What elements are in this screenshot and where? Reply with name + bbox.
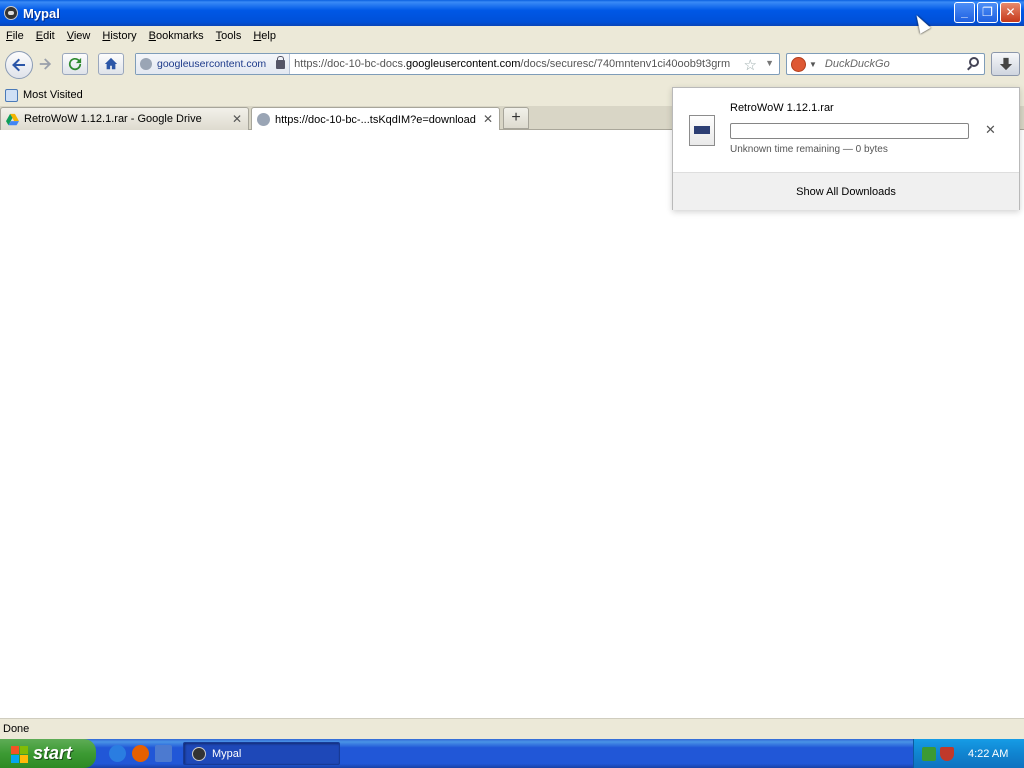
tab-label: https://doc-10-bc-...tsKqdIM?e=download: [275, 113, 476, 126]
start-button[interactable]: start: [0, 739, 96, 768]
menu-view-label: iew: [73, 30, 91, 42]
network-icon[interactable]: [922, 746, 936, 761]
menu-view[interactable]: View: [61, 30, 97, 42]
url-prefix: https://doc-10-bc-docs.: [294, 58, 407, 70]
menu-bookmarks-accel: B: [148, 30, 156, 42]
reload-icon: [68, 57, 82, 71]
windows-flag-icon: [9, 744, 29, 764]
menu-edit-accel: E: [35, 30, 44, 42]
menu-bookmarks[interactable]: Bookmarks: [143, 30, 210, 42]
show-all-downloads-label: Show All Downloads: [796, 185, 896, 198]
menu-tools[interactable]: Tools: [210, 30, 248, 42]
tab-close-icon[interactable]: ✕: [483, 112, 493, 126]
download-status: Unknown time remaining — 0 bytes: [730, 144, 888, 155]
start-label: start: [33, 743, 73, 763]
search-bar[interactable]: ▼ DuckDuckGo: [786, 53, 985, 75]
google-drive-icon: [6, 113, 19, 125]
globe-icon: [140, 58, 152, 70]
menu-file-accel: F: [6, 30, 13, 42]
back-button[interactable]: [5, 51, 33, 79]
downloads-panel: RetroWoW 1.12.1.rar Unknown time remaini…: [672, 87, 1020, 210]
show-desktop-icon[interactable]: [155, 745, 172, 762]
download-progress-bar: [730, 123, 969, 139]
window-title: Mypal: [23, 5, 60, 21]
menu-help[interactable]: Help: [247, 30, 282, 42]
url-suffix: /docs/securesc/740mntenv1ci40oob9t3grms: [520, 58, 731, 70]
firefox-icon[interactable]: [132, 745, 149, 762]
menu-history[interactable]: History: [96, 30, 142, 42]
menu-bookmarks-label: ookmarks: [155, 30, 204, 42]
internet-explorer-icon[interactable]: [109, 745, 126, 762]
url-text[interactable]: https://doc-10-bc-docs.googleusercontent…: [290, 58, 730, 70]
bookmark-star-icon[interactable]: ☆: [744, 56, 757, 74]
url-domain: googleusercontent.com: [406, 58, 521, 70]
downloads-button[interactable]: [991, 52, 1020, 76]
cancel-download-icon[interactable]: ✕: [985, 122, 996, 138]
clock[interactable]: 4:22 AM: [968, 748, 1008, 760]
back-arrow-icon: [12, 58, 25, 72]
home-button[interactable]: [98, 53, 124, 75]
menu-help-label: elp: [261, 30, 276, 42]
show-all-downloads-button[interactable]: Show All Downloads: [673, 172, 1019, 210]
url-dropdown-icon[interactable]: ▼: [765, 58, 774, 68]
new-tab-button[interactable]: +: [503, 107, 529, 129]
title-bar: Mypal _ ❐ ✕: [0, 0, 1024, 26]
mypal-icon: [192, 746, 206, 761]
site-identity[interactable]: googleusercontent.com: [136, 54, 291, 74]
file-icon: [689, 115, 715, 146]
menu-edit[interactable]: Edit: [30, 30, 61, 42]
status-bar: Done: [0, 718, 1024, 739]
menu-file-label: ile: [12, 30, 24, 42]
menu-history-label: istory: [110, 30, 137, 42]
tab-google-drive[interactable]: RetroWoW 1.12.1.rar - Google Drive ✕: [0, 107, 249, 130]
download-file-name[interactable]: RetroWoW 1.12.1.rar: [730, 102, 834, 114]
menu-bar: File Edit View History Bookmarks Tools H…: [0, 26, 1024, 46]
menu-file[interactable]: File: [0, 30, 30, 42]
tab-download[interactable]: https://doc-10-bc-...tsKqdIM?e=download …: [251, 107, 500, 131]
taskbar-item-mypal[interactable]: Mypal: [183, 742, 340, 765]
status-text: Done: [3, 723, 30, 735]
reload-button[interactable]: [62, 53, 88, 75]
globe-icon: [257, 113, 270, 126]
navigation-toolbar: googleusercontent.com https://doc-10-bc-…: [0, 46, 1024, 84]
forward-arrow-icon: [39, 58, 52, 70]
identity-domain: googleusercontent.com: [157, 58, 267, 70]
app-icon: [4, 6, 18, 20]
minimize-button[interactable]: _: [954, 2, 975, 23]
home-icon: [104, 57, 118, 70]
most-visited-icon: [5, 88, 18, 102]
system-tray: 4:22 AM: [913, 739, 1024, 768]
search-engine-dropdown-icon[interactable]: ▼: [809, 60, 817, 69]
search-icon[interactable]: [969, 57, 979, 67]
search-placeholder: DuckDuckGo: [824, 58, 890, 70]
tab-label: RetroWoW 1.12.1.rar - Google Drive: [24, 113, 202, 125]
security-shield-icon[interactable]: [940, 746, 954, 761]
bookmark-most-visited[interactable]: Most Visited: [23, 89, 83, 101]
close-button[interactable]: ✕: [1000, 2, 1021, 23]
tab-close-icon[interactable]: ✕: [232, 112, 242, 126]
taskbar: start Mypal 4:22 AM: [0, 739, 1024, 768]
download-arrow-icon: [999, 57, 1012, 71]
menu-tools-label: ools: [221, 30, 242, 42]
page-content: [0, 130, 1024, 718]
taskbar-item-label: Mypal: [212, 747, 242, 760]
maximize-button[interactable]: ❐: [977, 2, 998, 23]
duckduckgo-icon[interactable]: [791, 56, 806, 72]
lock-icon: [276, 55, 286, 69]
url-bar[interactable]: googleusercontent.com https://doc-10-bc-…: [135, 53, 780, 75]
menu-view-accel: V: [66, 30, 74, 42]
forward-button[interactable]: [34, 53, 56, 75]
menu-edit-label: dit: [43, 30, 55, 42]
